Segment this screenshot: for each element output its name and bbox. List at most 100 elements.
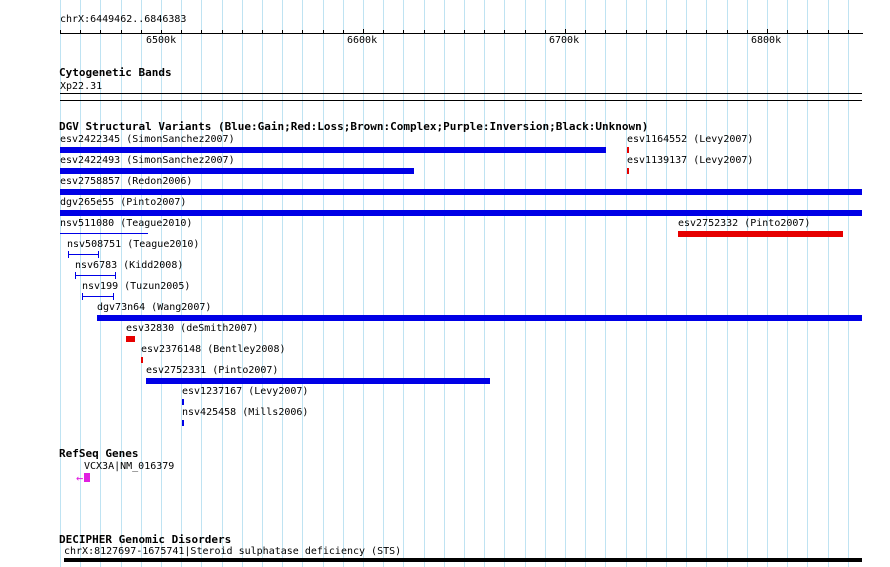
dgv-label: esv2376148 (Bentley2008) [141,344,286,355]
ruler-tick [626,30,627,33]
gridline [646,0,647,567]
dgv-feature-loss[interactable] [627,168,629,174]
dgv-feature-loss[interactable] [678,231,843,237]
ruler-label-6700k: 6700k [549,35,580,46]
dgv-feature-gain[interactable] [68,254,99,255]
ruler-tick [403,30,404,33]
gridline [626,0,627,567]
dgv-label: esv2422345 (SimonSanchez2007) [60,134,235,145]
gridline [504,0,505,567]
dgv-feature-gain[interactable] [182,399,184,405]
gridline [767,0,768,567]
cytoband-label: Xp22.31 [60,81,103,92]
gridline [383,0,384,567]
ruler-tick [424,30,425,33]
dgv-feature-gain[interactable] [182,420,184,426]
ruler-tick [727,30,728,33]
dgv-label: nsv425458 (Mills2006) [182,407,309,418]
gridline [242,0,243,567]
cytoband-bottom-edge [60,100,862,101]
ruler-tick [605,30,606,33]
gridline [666,0,667,567]
ruler-tick [706,30,707,33]
track-title-refseq: RefSeq Genes [59,447,139,460]
ruler-tick [646,30,647,33]
ruler-tick [565,29,566,34]
track-title-decipher: DECIPHER Genomic Disorders [59,533,232,546]
dgv-label: nsv199 (Tuzun2005) [82,281,191,292]
ruler-tick [383,30,384,33]
dgv-feature-gain[interactable] [60,233,148,234]
ruler-tick [201,30,202,33]
gridline [302,0,303,567]
gridline [565,0,566,567]
ruler-tick [181,30,182,33]
ruler-position: chrX:6449462..6846383 [60,14,187,25]
track-title-dgv: DGV Structural Variants (Blue:Gain;Red:L… [59,120,649,133]
gridline [444,0,445,567]
dgv-feature-loss[interactable] [126,336,135,342]
gene-feature[interactable] [84,473,90,482]
dgv-label: esv1139137 (Levy2007) [627,155,754,166]
ruler-tick [585,30,586,33]
dgv-feature-gain[interactable] [97,315,862,321]
gridline [282,0,283,567]
ruler-tick [848,30,849,33]
dgv-feature-end [115,272,116,279]
gridline [605,0,606,567]
dgv-feature-gain[interactable] [146,378,490,384]
ruler-tick [444,30,445,33]
ruler-label-6600k: 6600k [347,35,378,46]
ruler-label-6500k: 6500k [146,35,177,46]
ruler-tick [545,30,546,33]
ruler-tick [484,30,485,33]
dgv-feature-gain[interactable] [82,296,114,297]
dgv-label: esv32830 (deSmith2007) [126,323,259,334]
gridline [484,0,485,567]
dgv-label: esv1164552 (Levy2007) [627,134,754,145]
dgv-feature-gain[interactable] [60,210,862,216]
ruler-tick [80,30,81,33]
gridline [828,0,829,567]
dgv-feature-gain[interactable] [60,168,414,174]
gridline [222,0,223,567]
ruler-tick [525,30,526,33]
ruler-tick [323,30,324,33]
gridline [706,0,707,567]
dgv-feature-gain[interactable] [60,147,606,153]
gridline [807,0,808,567]
dgv-feature-end [82,293,83,300]
gridline [787,0,788,567]
ruler-tick [686,30,687,33]
dgv-feature-loss[interactable] [141,357,143,363]
gene-label: VCX3A|NM_016379 [84,461,175,472]
ruler-axis [60,33,863,34]
ruler-tick [504,30,505,33]
dgv-label: esv2422493 (SimonSanchez2007) [60,155,235,166]
ruler-tick [828,30,829,33]
dgv-label: esv2758857 (Redon2006) [60,176,193,187]
decipher-feature[interactable] [64,558,862,562]
gridline [727,0,728,567]
left-arrow-icon: ← [76,471,84,485]
dgv-feature-gain[interactable] [60,189,862,195]
dgv-label: dgv265e55 (Pinto2007) [60,197,187,208]
gridline [585,0,586,567]
ruler-tick [747,30,748,33]
ruler-tick [363,29,364,34]
ruler-tick [666,30,667,33]
ruler-tick [242,30,243,33]
dgv-label: nsv6783 (Kidd2008) [75,260,184,271]
genome-browser-image: chrX:6449462..6846383 6500k 6600k 6700k … [0,0,890,567]
gridline [323,0,324,567]
ruler-tick [464,30,465,33]
dgv-feature-gain[interactable] [75,275,116,276]
gridline [343,0,344,567]
dgv-label: esv2752332 (Pinto2007) [678,218,811,229]
dgv-feature-loss[interactable] [627,147,629,153]
ruler-label-6800k: 6800k [751,35,782,46]
dgv-label: nsv508751 (Teague2010) [67,239,200,250]
ruler-tick [100,30,101,33]
ruler-tick [262,30,263,33]
dgv-label: dgv73n64 (Wang2007) [97,302,212,313]
